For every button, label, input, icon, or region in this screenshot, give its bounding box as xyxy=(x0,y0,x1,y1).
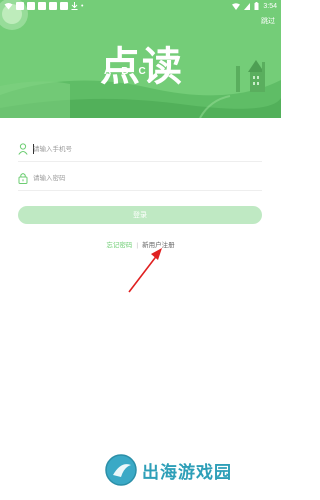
annotation-arrow-icon xyxy=(128,248,162,293)
watermark-text: 出海游戏园 xyxy=(142,462,232,483)
watermark-logo-icon xyxy=(105,454,137,486)
watermark: 出海游戏园 xyxy=(104,453,232,487)
